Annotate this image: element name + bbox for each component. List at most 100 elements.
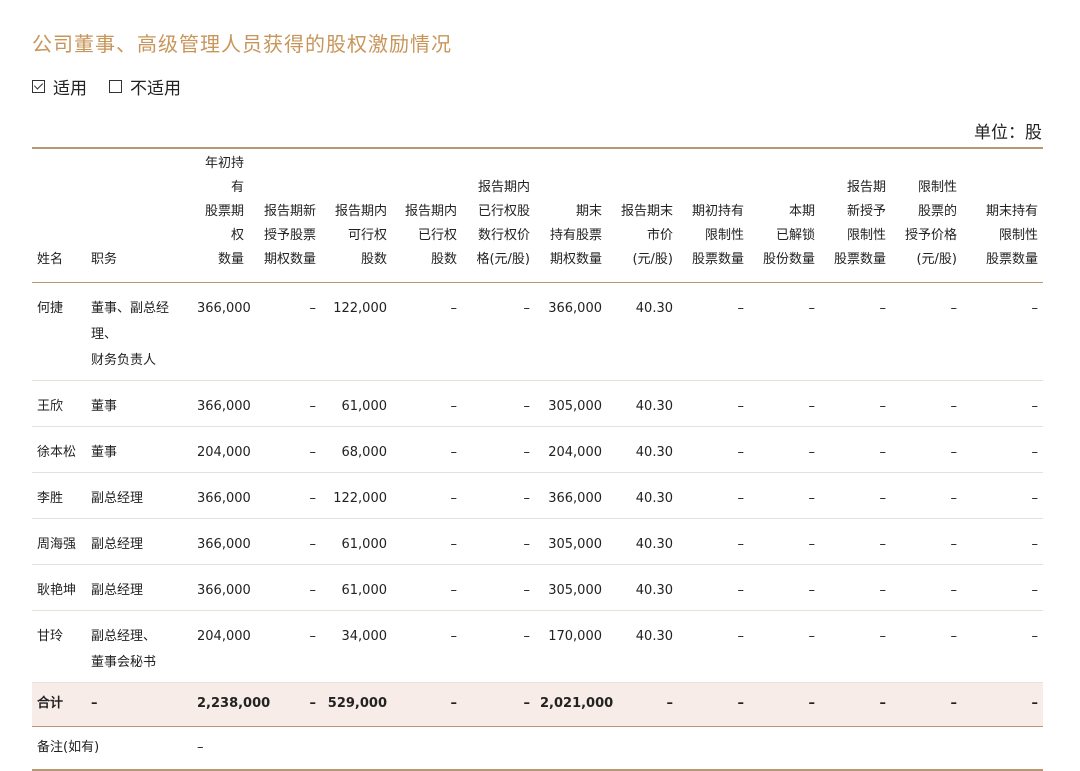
not-applicable-option[interactable]: 不适用 <box>109 74 181 99</box>
cell-value: – <box>891 426 962 473</box>
cell-value: – <box>678 472 749 519</box>
cell-position: 副总经理 <box>86 564 192 611</box>
cell-value: 40.30 <box>607 282 678 381</box>
total-value: 2,238,000 <box>192 681 270 727</box>
applicable-option[interactable]: 适用 <box>32 74 87 99</box>
cell-value: – <box>678 282 749 381</box>
table-row: 甘玲 副总经理、 董事会秘书 204,000 – 34,000 – – 170,… <box>32 610 1043 683</box>
total-value: 2,021,000 <box>535 681 613 727</box>
cell-value: – <box>749 564 820 611</box>
total-value: – <box>962 681 1043 727</box>
cell-value: – <box>962 472 1043 519</box>
cell-value: – <box>462 426 535 473</box>
table-row: 何捷 董事、副总经理、 财务负责人 366,000 – 122,000 – – … <box>32 282 1043 381</box>
cell-value: – <box>891 518 962 565</box>
col-header-position: 职务 <box>86 147 192 283</box>
cell-value: – <box>820 282 891 381</box>
cell-value: – <box>678 426 749 473</box>
cell-value: – <box>891 282 962 381</box>
unit-label: 单位：股 <box>974 123 1042 143</box>
cell-value: 366,000 <box>192 380 251 427</box>
table-row: 王欣 董事 366,000 – 61,000 – – 305,000 40.30… <box>32 380 1043 427</box>
applicable-label: 适用 <box>53 79 87 99</box>
cell-value: – <box>392 564 462 611</box>
cell-value: 366,000 <box>192 472 251 519</box>
cell-value: – <box>462 610 535 683</box>
page-title: 公司董事、高级管理人员获得的股权激励情况 <box>32 32 452 56</box>
col-header-exercisable: 报告期内 可行权 股数 <box>321 147 392 283</box>
col-header-new-restricted: 报告期 新授予 限制性 股票数量 <box>820 147 891 283</box>
cell-value: – <box>462 518 535 565</box>
total-position: – <box>86 681 192 727</box>
cell-value: – <box>962 610 1043 683</box>
remark-label: 备注(如有) <box>32 726 192 771</box>
cell-value: 61,000 <box>321 518 392 565</box>
total-value: – <box>749 681 820 727</box>
total-value: – <box>678 681 749 727</box>
cell-value: – <box>749 426 820 473</box>
cell-name: 何捷 <box>32 282 86 381</box>
cell-value: – <box>891 564 962 611</box>
cell-name: 甘玲 <box>32 610 86 683</box>
cell-position: 董事、副总经理、 财务负责人 <box>86 282 192 381</box>
cell-value: – <box>392 282 462 381</box>
cell-value: – <box>249 380 321 427</box>
col-header-market-price: 报告期末 市价 (元/股) <box>607 147 678 283</box>
cell-name: 耿艳坤 <box>32 564 86 611</box>
cell-value: – <box>820 564 891 611</box>
cell-value: – <box>462 380 535 427</box>
cell-value: 305,000 <box>535 518 607 565</box>
applicability-options: 适用 不适用 <box>32 74 203 99</box>
unchecked-checkbox-icon[interactable] <box>109 80 122 93</box>
cell-value: 170,000 <box>535 610 607 683</box>
cell-position: 董事 <box>86 380 192 427</box>
cell-value: 40.30 <box>607 564 678 611</box>
cell-value: – <box>392 518 462 565</box>
cell-value: 366,000 <box>192 564 251 611</box>
cell-value: – <box>891 380 962 427</box>
cell-value: – <box>249 282 321 381</box>
cell-value: – <box>749 380 820 427</box>
cell-value: 122,000 <box>321 472 392 519</box>
cell-position: 副总经理 <box>86 472 192 519</box>
table-header-row: 姓名 职务 年初持有 股票期权 数量 报告期新 授予股票 期权数量 报告期内 可… <box>32 147 1043 283</box>
total-value: – <box>462 681 535 727</box>
cell-value: – <box>392 380 462 427</box>
equity-incentive-table: 姓名 职务 年初持有 股票期权 数量 报告期新 授予股票 期权数量 报告期内 可… <box>32 147 1043 771</box>
cell-value: 366,000 <box>192 282 251 381</box>
cell-value: – <box>678 564 749 611</box>
cell-value: 204,000 <box>192 610 251 683</box>
cell-value: – <box>678 518 749 565</box>
table-row: 耿艳坤 副总经理 366,000 – 61,000 – – 305,000 40… <box>32 564 1043 611</box>
cell-value: – <box>392 472 462 519</box>
cell-value: 40.30 <box>607 426 678 473</box>
total-value: 529,000 <box>321 681 392 727</box>
cell-value: – <box>249 610 321 683</box>
cell-value: – <box>820 610 891 683</box>
col-header-opening-options: 年初持有 股票期权 数量 <box>192 147 249 283</box>
cell-value: – <box>962 564 1043 611</box>
cell-position: 董事 <box>86 426 192 473</box>
cell-value: – <box>962 282 1043 381</box>
cell-value: – <box>678 610 749 683</box>
checked-checkbox-icon[interactable] <box>32 80 45 93</box>
cell-value: 68,000 <box>321 426 392 473</box>
col-header-closing-restricted: 期末持有 限制性 股票数量 <box>962 147 1043 283</box>
cell-value: – <box>820 380 891 427</box>
col-header-new-options: 报告期新 授予股票 期权数量 <box>249 147 321 283</box>
total-value: – <box>607 681 678 727</box>
total-value: – <box>891 681 962 727</box>
col-header-grant-price: 限制性 股票的 授予价格 (元/股) <box>891 147 962 283</box>
cell-value: – <box>249 472 321 519</box>
cell-value: 40.30 <box>607 518 678 565</box>
cell-value: – <box>820 426 891 473</box>
cell-value: – <box>820 518 891 565</box>
cell-position: 副总经理 <box>86 518 192 565</box>
total-row: 合计 – 2,238,000 – 529,000 – – 2,021,000 –… <box>32 681 1043 727</box>
cell-value: – <box>678 380 749 427</box>
cell-value: – <box>462 472 535 519</box>
cell-value: – <box>249 426 321 473</box>
cell-value: – <box>891 472 962 519</box>
cell-name: 李胜 <box>32 472 86 519</box>
cell-value: – <box>392 610 462 683</box>
